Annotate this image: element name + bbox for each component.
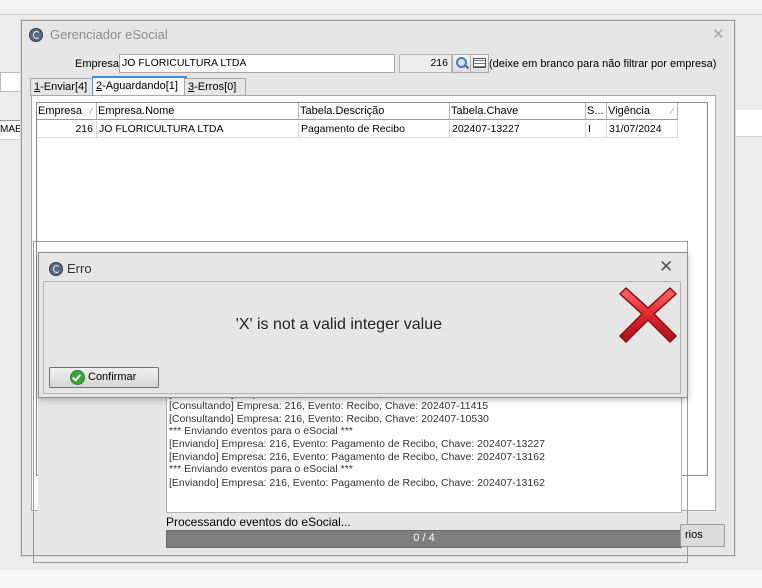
log-line: [Consultando] Empresa: 216, Evento: Reci… bbox=[169, 413, 489, 425]
processing-status: Processando eventos do eSocial... bbox=[166, 515, 351, 529]
tab-enviar[interactable]: 1-Enviar[4] bbox=[30, 78, 93, 96]
sort-icon: ⁄ bbox=[671, 107, 673, 116]
window-close-button[interactable]: ✕ bbox=[712, 25, 725, 43]
log-line: *** Enviando eventos para o eSocial *** bbox=[169, 425, 353, 437]
column-header-tabela-descricao[interactable]: Tabela.Descrição bbox=[299, 103, 450, 120]
tab-aguardando[interactable]: 2-Aguardando[1] bbox=[92, 76, 187, 97]
log-line: [Enviando] Empresa: 216, Evento: Pagamen… bbox=[169, 451, 545, 463]
confirm-button[interactable]: Confirmar bbox=[49, 367, 159, 388]
column-header-vigencia[interactable]: Vigência ⁄ bbox=[607, 103, 678, 120]
app-logo-icon bbox=[49, 262, 63, 276]
window-titlebar[interactable]: Gerenciador eSocial ✕ bbox=[22, 21, 734, 49]
empresa-name-field[interactable]: JO FLORICULTURA LTDA bbox=[119, 54, 395, 73]
filter-hint: (deixe em branco para não filtrar por em… bbox=[489, 58, 717, 70]
column-header-tabela-chave[interactable]: Tabela.Chave bbox=[450, 103, 586, 120]
processing-progress-bar: 0 / 4 bbox=[166, 530, 682, 548]
empresa-label: Empresa bbox=[75, 58, 120, 70]
processing-log[interactable]: [Consultando] Empresa: 216, Evento: Reci… bbox=[166, 388, 682, 513]
empresa-code-field[interactable]: 216 bbox=[399, 54, 452, 73]
tab-erros[interactable]: 3-Erros[0] bbox=[184, 78, 246, 96]
error-dialog-body: 'X' is not a valid integer value Confirm… bbox=[43, 281, 681, 394]
background-button[interactable]: rios bbox=[680, 524, 725, 547]
log-line: [Enviando] Empresa: 216, Evento: Pagamen… bbox=[169, 438, 545, 450]
progress-text: 0 / 4 bbox=[413, 532, 435, 544]
log-line: *** Enviando eventos para o eSocial *** bbox=[169, 463, 353, 475]
sort-icon: ⁄ bbox=[90, 107, 92, 116]
error-dialog-title: Erro bbox=[67, 261, 92, 276]
error-close-button[interactable]: ✕ bbox=[659, 257, 673, 277]
column-header-empresa[interactable]: Empresa ⁄ bbox=[37, 103, 97, 120]
table-cell-empresa-nome[interactable]: JO FLORICULTURA LTDA bbox=[97, 121, 299, 138]
processing-dialog-side bbox=[38, 392, 166, 554]
table-cell-vigencia[interactable]: 31/07/2024 bbox=[607, 121, 678, 138]
error-message: 'X' is not a valid integer value bbox=[235, 316, 442, 333]
table-cell-tabela-chave[interactable]: 202407-13227 bbox=[450, 121, 586, 138]
table-cell-tabela-descricao[interactable]: Pagamento de Recibo bbox=[299, 121, 450, 138]
table-cell-empresa[interactable]: 216 bbox=[37, 121, 97, 138]
window-title: Gerenciador eSocial bbox=[50, 27, 168, 42]
check-icon bbox=[70, 370, 85, 385]
log-line: [Consultando] Empresa: 216, Evento: Reci… bbox=[169, 400, 489, 412]
list-company-button[interactable] bbox=[470, 54, 489, 73]
empresa-code-value: 216 bbox=[430, 57, 448, 69]
error-x-icon bbox=[619, 287, 677, 343]
search-company-button[interactable] bbox=[452, 54, 471, 73]
column-header-empresa-nome[interactable]: Empresa.Nome bbox=[97, 103, 299, 120]
column-header-situacao[interactable]: S... bbox=[586, 103, 607, 120]
search-icon bbox=[456, 57, 467, 68]
confirm-button-label: Confirmar bbox=[88, 371, 137, 383]
background-button-label: rios bbox=[685, 529, 703, 541]
error-dialog: Erro ✕ 'X' is not a valid integer value … bbox=[38, 252, 688, 398]
table-cell-situacao[interactable]: I bbox=[586, 121, 607, 138]
background-app-toolbar bbox=[0, 0, 762, 15]
log-line: [Enviando] Empresa: 216, Evento: Pagamen… bbox=[169, 477, 545, 489]
app-logo-icon bbox=[29, 28, 43, 42]
background-statusbar bbox=[0, 570, 762, 588]
empresa-name-value: JO FLORICULTURA LTDA bbox=[122, 57, 247, 69]
